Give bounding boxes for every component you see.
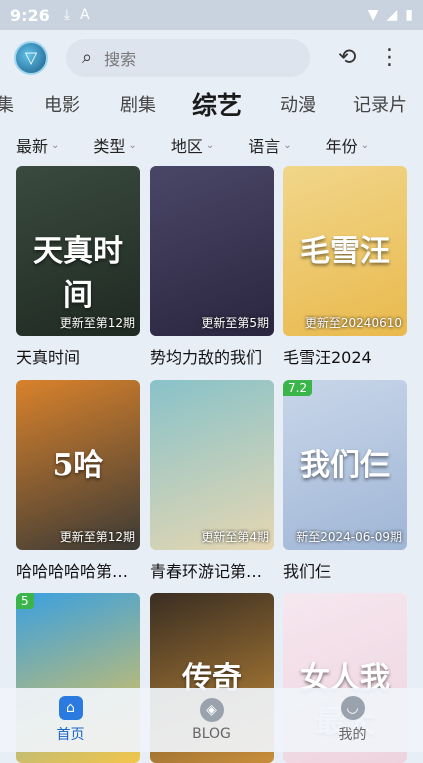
app-logo-icon[interactable]: ▽ <box>14 40 48 75</box>
poster-art-text: 我们仨 <box>300 448 390 483</box>
rating-badge: 7.2 <box>283 380 313 396</box>
poster-art-text: 天真时间 <box>33 234 123 313</box>
search-placeholder: 搜索 <box>104 49 137 69</box>
filter-latest[interactable]: 最新 ⌄ <box>16 133 59 157</box>
filter-label: 地区 <box>170 137 203 156</box>
episode-status: 更新至20240610 <box>304 316 402 330</box>
tab-label: 首页 <box>56 727 85 743</box>
more-menu-icon[interactable]: ⋮ <box>378 45 400 70</box>
filter-label: 年份 <box>325 137 358 156</box>
chevron-down-icon: ⌄ <box>128 139 137 151</box>
episode-status: 更新至第5期 <box>201 316 269 330</box>
history-icon[interactable]: ⟲ <box>338 45 356 70</box>
filter-label: 类型 <box>93 137 126 156</box>
video-card[interactable]: 我们仨 7.2 新至2024-06-09期 我们仨 <box>283 380 407 580</box>
video-title[interactable]: 势均力敌的我们 <box>150 344 274 366</box>
tab-label: BLOG <box>192 726 231 742</box>
poster-art-text: 毛雪汪 <box>300 234 390 269</box>
tab-anime[interactable]: 动漫 <box>270 91 326 117</box>
filter-year[interactable]: 年份 ⌄ <box>326 133 369 157</box>
tab-partial[interactable]: 集 <box>0 91 14 117</box>
chevron-down-icon: ⌄ <box>360 139 370 151</box>
video-title[interactable]: 天真时间 <box>16 344 140 366</box>
poster-image[interactable]: 毛雪汪更新至20240610 <box>283 166 407 336</box>
video-card[interactable]: 天真时间 更新至第12期 天真时间 <box>16 166 140 366</box>
video-title[interactable]: 毛雪汪2024 <box>283 344 407 366</box>
battery-icon: ▮ <box>405 7 413 23</box>
video-card[interactable]: 更新至第4期青春环游记第… <box>150 380 274 580</box>
signal-icon: ◢ <box>386 7 398 23</box>
poster-image[interactable]: 我们仨 7.2 新至2024-06-09期 <box>283 380 407 550</box>
poster-image[interactable]: 5哈更新至第12期 <box>16 380 140 550</box>
compass-icon: ◈ <box>199 698 224 722</box>
video-title[interactable]: 青春环游记第… <box>150 558 274 580</box>
poster-art-text: 5哈 <box>52 448 104 483</box>
status-bar: 9:26 ⤓ A ▼ ◢ ▮ <box>0 0 423 30</box>
bottom-tab-bar: ⌂ 首页 ◈ BLOG ◡ 我的 <box>0 688 423 752</box>
filter-label: 最新 <box>16 137 49 156</box>
font-icon: A <box>80 7 90 23</box>
episode-status: 更新至第12期 <box>59 316 135 330</box>
filter-type[interactable]: 类型 ⌄ <box>93 133 136 157</box>
top-header: ▽ ⌕ 搜索 ⟲ ⋮ <box>0 30 423 85</box>
tab-blog[interactable]: ◈ BLOG <box>141 698 282 742</box>
filter-bar: 最新 ⌄ 类型 ⌄ 地区 ⌄ 语言 ⌄ 年份 ⌄ <box>0 132 423 158</box>
status-time: 9:26 <box>10 5 50 25</box>
chevron-down-icon: ⌄ <box>283 139 292 151</box>
episode-status: 新至2024-06-09期 <box>296 530 402 544</box>
search-icon: ⌕ <box>82 47 93 68</box>
filter-label: 语言 <box>248 137 281 156</box>
filter-language[interactable]: 语言 ⌄ <box>248 133 291 157</box>
chevron-down-icon: ⌄ <box>51 139 60 151</box>
video-card[interactable]: 毛雪汪更新至20240610 毛雪汪2024 <box>283 166 407 366</box>
chevron-down-icon: ⌄ <box>205 139 215 151</box>
poster-image[interactable]: 更新至第4期 <box>150 380 274 550</box>
episode-status: 更新至第12期 <box>59 530 135 544</box>
tab-me[interactable]: ◡ 我的 <box>282 696 423 744</box>
video-card[interactable]: 更新至第5期势均力敌的我们 <box>150 166 274 366</box>
category-tabs: 集 电影 剧集 综艺 动漫 记录片 <box>0 86 423 122</box>
rating-badge: 5 <box>16 593 34 609</box>
tab-label: 我的 <box>338 727 367 743</box>
search-bar[interactable]: ⌕ 搜索 <box>66 38 310 77</box>
download-icon: ⤓ <box>63 7 70 23</box>
filter-region[interactable]: 地区 ⌄ <box>171 133 214 157</box>
video-card[interactable]: 5哈更新至第12期哈哈哈哈哈第… <box>16 380 140 580</box>
poster-image[interactable]: 天真时间更新至第12期 <box>16 166 140 336</box>
poster-image[interactable]: 更新至第5期 <box>150 166 274 336</box>
wifi-icon: ▼ <box>367 7 379 23</box>
tab-movies[interactable]: 电影 <box>34 91 90 117</box>
home-icon: ⌂ <box>58 696 83 720</box>
video-title[interactable]: 哈哈哈哈哈第… <box>16 558 140 580</box>
tab-home[interactable]: ⌂ 首页 <box>0 696 141 744</box>
episode-status: 更新至第4期 <box>201 530 269 544</box>
tab-series[interactable]: 剧集 <box>110 91 166 117</box>
profile-icon: ◡ <box>340 696 365 720</box>
tab-documentary[interactable]: 记录片 <box>342 91 418 117</box>
tab-variety[interactable]: 综艺 <box>182 86 252 122</box>
video-title[interactable]: 我们仨 <box>283 558 407 580</box>
